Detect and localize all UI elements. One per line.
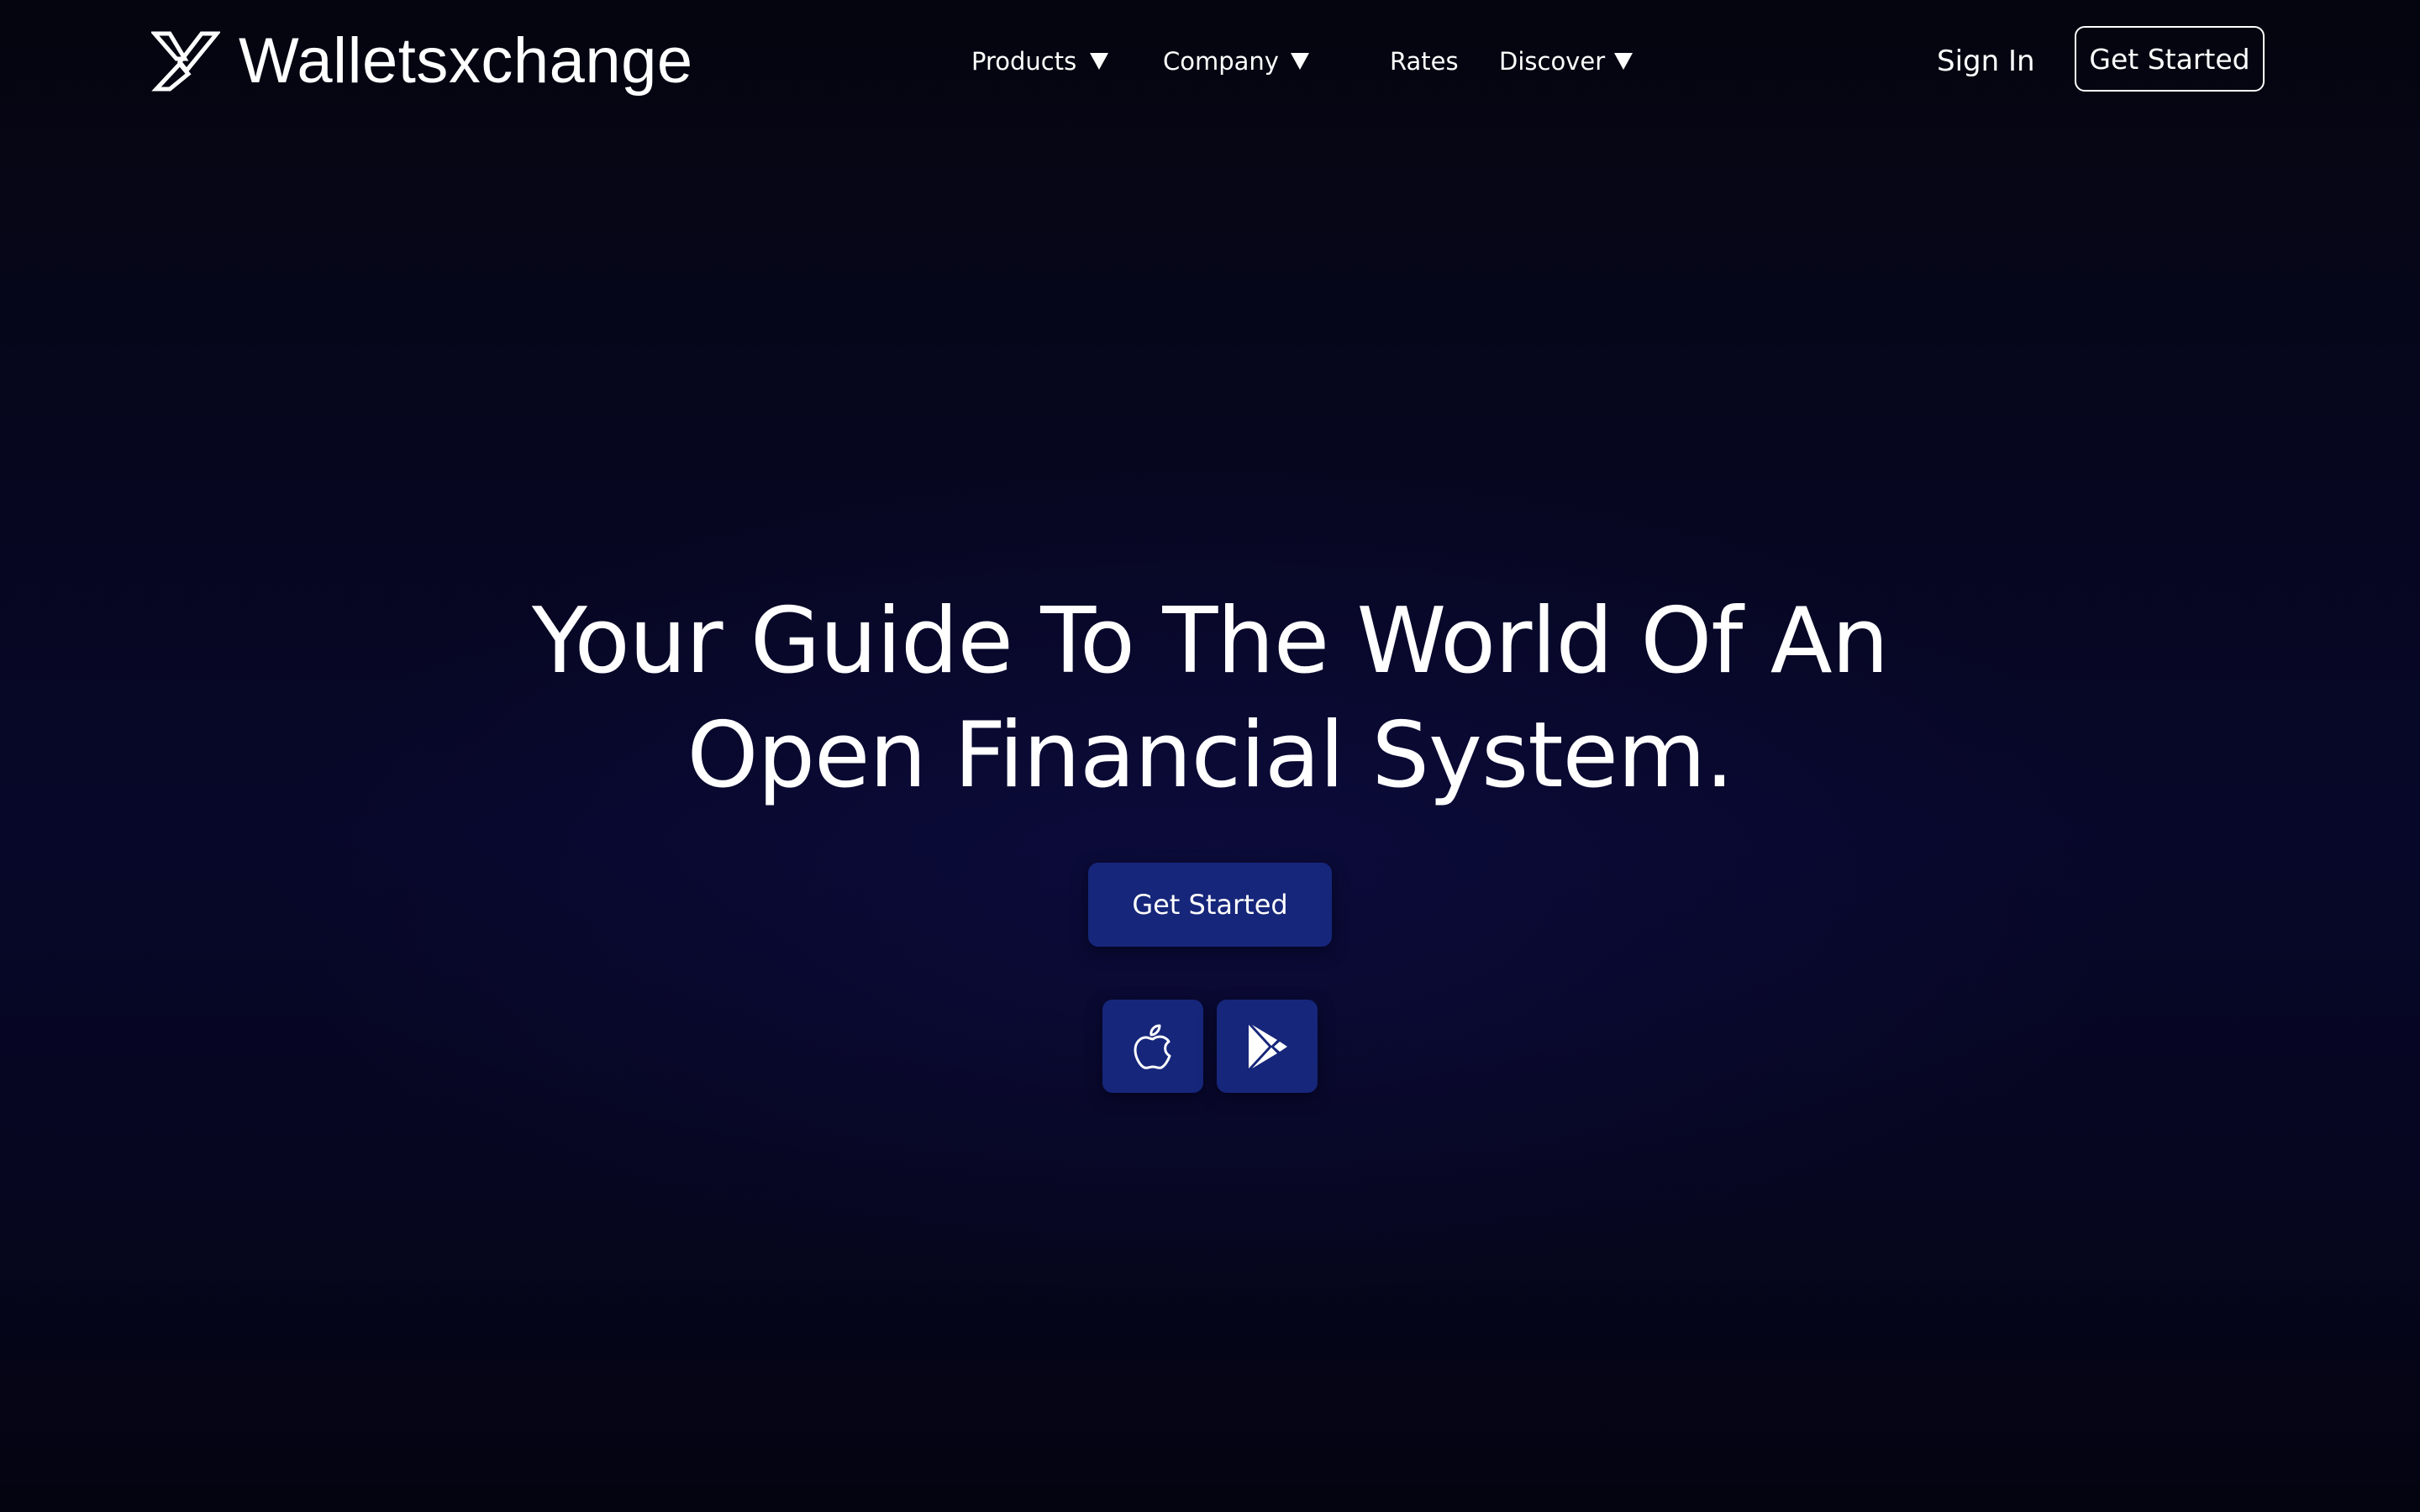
hero-title: Your Guide To The World Of An Open Finan…	[370, 585, 2050, 813]
header-get-started-button[interactable]: Get Started	[2075, 26, 2265, 92]
company-caret-down-icon[interactable]	[1291, 37, 1309, 86]
nav-company[interactable]: Company	[1163, 37, 1279, 86]
walletsxchange-logo-icon	[151, 31, 220, 92]
brand-logo-link[interactable]: Walletsxchange	[151, 25, 693, 97]
discover-caret-down-icon[interactable]	[1614, 37, 1633, 86]
app-store-button[interactable]	[1102, 1000, 1203, 1093]
hero-get-started-button[interactable]: Get Started	[1088, 863, 1332, 947]
hero-title-line-1: Your Guide To The World Of An	[531, 589, 1889, 694]
brand-name: Walletsxchange	[239, 25, 693, 97]
hero-title-line-2: Open Financial System.	[687, 703, 1733, 808]
nav-rates[interactable]: Rates	[1390, 37, 1459, 86]
apple-icon	[1134, 1024, 1171, 1069]
top-navbar: Walletsxchange Products Company Rates Di…	[0, 0, 2420, 123]
google-play-button[interactable]	[1217, 1000, 1318, 1093]
sign-in-link[interactable]: Sign In	[1937, 37, 2035, 86]
nav-products[interactable]: Products	[971, 37, 1076, 86]
products-caret-down-icon[interactable]	[1090, 37, 1108, 86]
google-play-icon	[1249, 1024, 1287, 1068]
nav-discover[interactable]: Discover	[1499, 37, 1605, 86]
